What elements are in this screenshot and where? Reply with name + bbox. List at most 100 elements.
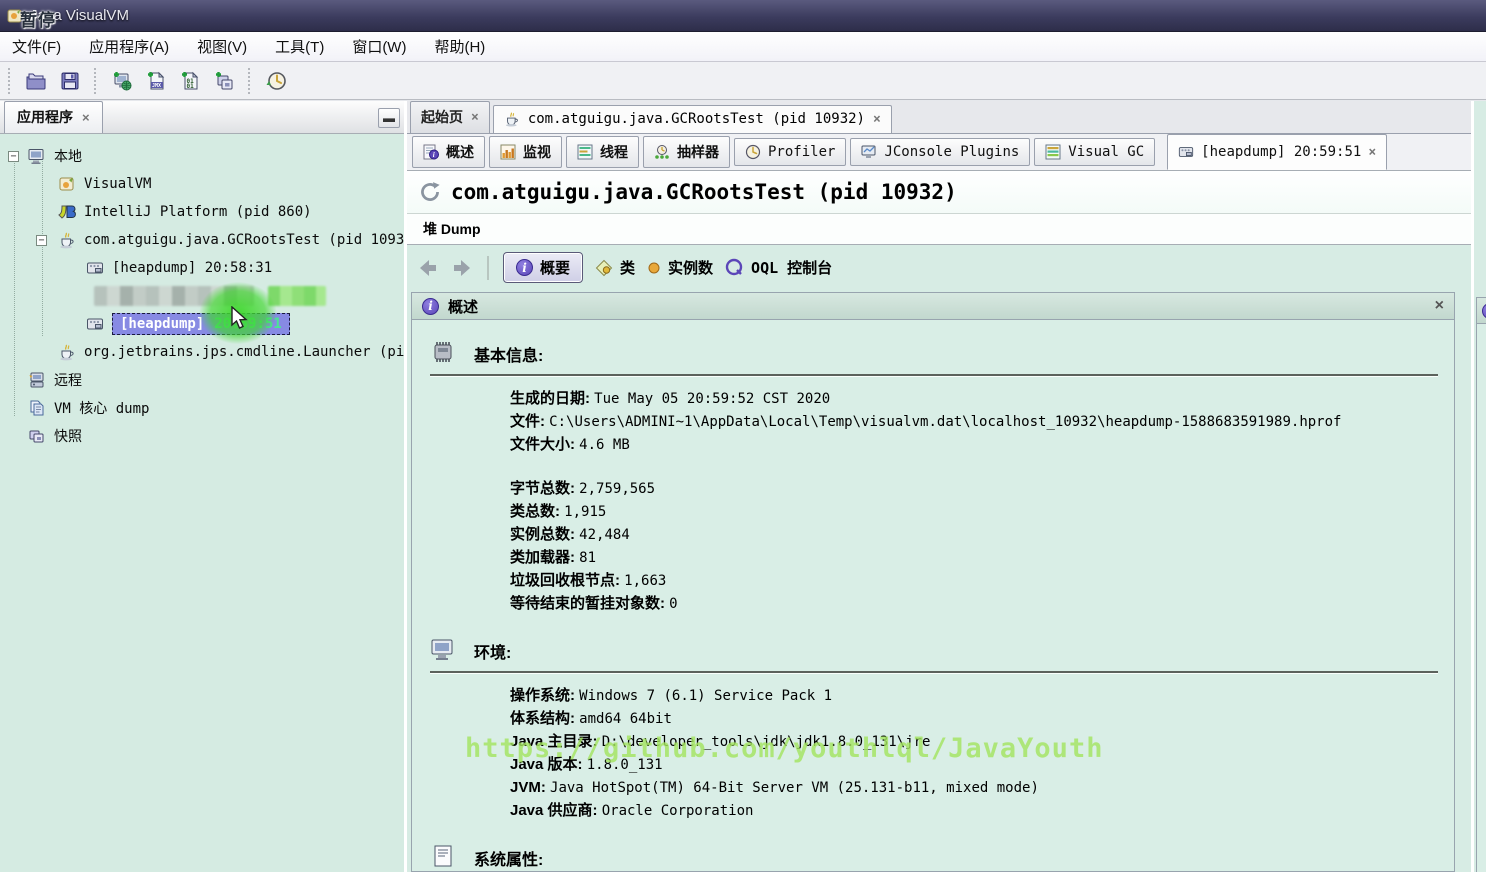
tree-item-label: org.jetbrains.jps.cmdline.Launcher (pi <box>84 344 404 360</box>
main-toolbar: JMX 01 01 <box>0 62 1486 100</box>
save-icon[interactable] <box>58 69 82 93</box>
summary-button[interactable]: i 概要 <box>503 252 584 283</box>
tree-item-remote[interactable]: 远程 <box>0 366 404 394</box>
tree-item-label: VisualVM <box>84 176 152 192</box>
field-key: Java 版本: <box>510 756 583 773</box>
heap-dump-label[interactable]: 堆 Dump <box>423 221 481 237</box>
document-tab-bar: 起始页 × com.atguigu.java.GCRootsTest (pid … <box>407 101 1471 134</box>
computer-icon <box>28 147 46 165</box>
field-value: 2,759,565 <box>579 481 656 497</box>
field-key: 垃圾回收根节点: <box>510 572 620 589</box>
tab-gcrootstest[interactable]: com.atguigu.java.GCRootsTest (pid 10932)… <box>492 105 892 133</box>
view-tab-bar: i 概述 监视 线程 抽样器 Profiler JConsole Plugins… <box>407 134 1471 171</box>
remote-host-icon <box>28 371 46 389</box>
menu-window[interactable]: 窗口(W) <box>352 36 406 57</box>
refresh-icon <box>421 182 440 201</box>
tab-overview[interactable]: i 概述 <box>412 136 485 168</box>
instances-button[interactable]: 实例数 <box>647 257 713 278</box>
minimize-panel-button[interactable]: ▬ <box>378 108 400 128</box>
info-icon <box>1482 303 1486 319</box>
java-cup-icon <box>58 231 76 249</box>
collapse-icon[interactable]: − <box>36 234 47 246</box>
instances-label: 实例数 <box>668 260 714 277</box>
field-value: Tue May 05 20:59:52 CST 2020 <box>594 391 831 407</box>
close-icon[interactable]: × <box>1435 297 1444 315</box>
info-icon: i <box>422 297 439 315</box>
load-snapshot-icon[interactable] <box>24 69 48 93</box>
tab-sampler[interactable]: 抽样器 <box>643 136 730 168</box>
summary-button-label: 概要 <box>540 260 571 277</box>
tree-item-jps-launcher[interactable]: org.jetbrains.jps.cmdline.Launcher (pi <box>0 338 404 366</box>
field-key: 类总数: <box>510 503 560 520</box>
tree-item-heapdump-1[interactable]: [heapdump] 20:58:31 <box>0 254 404 282</box>
oql-icon <box>725 258 743 276</box>
add-local-application-icon[interactable]: 01 01 <box>178 69 202 93</box>
oql-console-button[interactable]: OQL 控制台 <box>725 257 832 278</box>
minimize-icon: ▬ <box>383 111 395 125</box>
coredump-files-icon <box>28 399 46 417</box>
forward-icon[interactable] <box>451 258 473 278</box>
system-clock-icon[interactable] <box>264 69 288 93</box>
field-key: Java 主目录: <box>510 733 598 750</box>
close-icon[interactable]: × <box>873 112 881 127</box>
profiler-tab-icon <box>745 144 761 160</box>
toolbar-separator <box>248 67 252 94</box>
field-key: JVM: <box>510 779 546 796</box>
tree-item-intellij[interactable]: IntelliJ Platform (pid 860) <box>0 198 404 226</box>
java-cup-icon <box>504 111 520 127</box>
menu-view[interactable]: 视图(V) <box>197 36 247 57</box>
basic-info-section: 基本信息: 生成的日期: Tue May 05 20:59:52 CST 202… <box>430 340 1454 613</box>
tree-item-snapshots[interactable]: 快照 <box>0 422 404 450</box>
tab-heapdump[interactable]: [heapdump] 20:59:51 × <box>1167 134 1388 170</box>
tree-item-gcrootstest[interactable]: − com.atguigu.java.GCRootsTest (pid 1093 <box>0 226 404 254</box>
section-title: 基本信息: <box>474 348 544 365</box>
close-icon[interactable]: × <box>471 110 479 125</box>
right-panel-header <box>1476 297 1486 324</box>
tree-item-heapdump-2-selected[interactable]: [heapdump] 20:59:51 <box>0 310 404 338</box>
section-title: 环境: <box>474 645 512 662</box>
back-icon[interactable] <box>417 258 439 278</box>
menu-tools[interactable]: 工具(T) <box>275 36 324 57</box>
jconsole-tab-icon <box>861 144 877 160</box>
selected-heapdump-name: [heapdump] <box>120 316 205 332</box>
add-snapshot-icon[interactable] <box>212 69 236 93</box>
tab-label: 起始页 <box>421 110 463 126</box>
classes-label: 类 <box>620 260 636 277</box>
tab-start-page[interactable]: 起始页 × <box>410 101 490 133</box>
computer-icon <box>430 637 456 663</box>
tab-monitor[interactable]: 监视 <box>489 136 562 168</box>
right-partial-panel <box>1471 101 1486 872</box>
heapdump-view: com.atguigu.java.GCRootsTest (pid 10932)… <box>407 171 1471 872</box>
field-key: 类加载器: <box>510 549 575 566</box>
applications-tab[interactable]: 应用程序 × <box>4 101 103 133</box>
classes-button[interactable]: 类 <box>595 257 635 278</box>
tree-item-vm-coredump[interactable]: VM 核心 dump <box>0 394 404 422</box>
tab-visual-gc[interactable]: Visual GC <box>1034 138 1156 166</box>
tree-item-censored[interactable] <box>0 282 404 310</box>
close-icon[interactable]: × <box>82 110 90 125</box>
tab-label: Visual GC <box>1068 144 1145 160</box>
censored-label <box>94 286 254 306</box>
tree-item-visualvm[interactable]: VisualVM <box>0 170 404 198</box>
tab-jconsole-plugins[interactable]: JConsole Plugins <box>850 138 1031 166</box>
field-key: 字节总数: <box>510 480 575 497</box>
add-remote-host-icon[interactable] <box>110 69 134 93</box>
field-key: 体系结构: <box>510 710 575 727</box>
threads-tab-icon <box>577 144 593 160</box>
menu-applications[interactable]: 应用程序(A) <box>89 36 169 57</box>
memory-chip-icon <box>430 340 456 366</box>
tab-threads[interactable]: 线程 <box>566 136 639 168</box>
menu-help[interactable]: 帮助(H) <box>434 36 485 57</box>
tab-label: [heapdump] 20:59:51 <box>1201 144 1362 160</box>
tab-label: Profiler <box>768 144 836 160</box>
tree-item-local[interactable]: − 本地 <box>0 142 404 170</box>
field-value: D:\developer_tools\jdk\jdk1.8.0_131\jre <box>601 734 931 750</box>
tab-profiler[interactable]: Profiler <box>734 138 847 166</box>
overview-panel-title: 概述 <box>448 298 479 316</box>
collapse-icon[interactable]: − <box>8 150 19 162</box>
tree-item-label: 本地 <box>54 149 82 165</box>
field-value: 1,663 <box>624 573 667 589</box>
menu-file[interactable]: 文件(F) <box>12 36 61 57</box>
add-jmx-connection-icon[interactable]: JMX <box>144 69 168 93</box>
close-icon[interactable]: × <box>1368 145 1376 160</box>
